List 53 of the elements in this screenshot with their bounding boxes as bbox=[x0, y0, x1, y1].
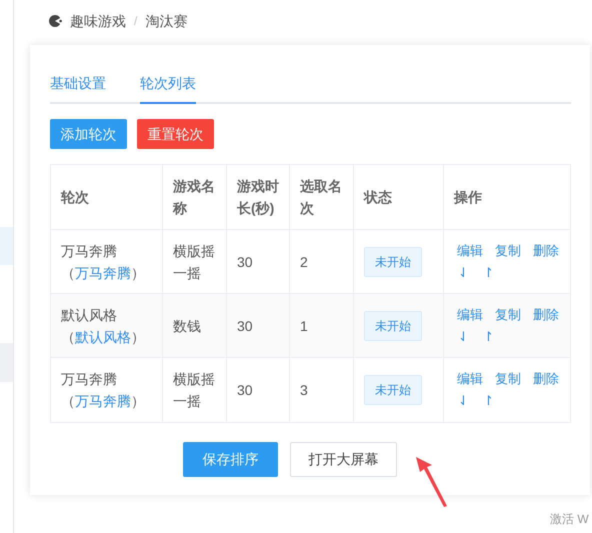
action-button[interactable]: 添加轮次 bbox=[50, 119, 127, 149]
column-header: 轮次 bbox=[51, 165, 163, 229]
table-cell: 1 bbox=[290, 294, 354, 357]
table-cell: 万马奔腾 （万马奔腾） bbox=[51, 230, 163, 293]
action-link[interactable]: 删除 bbox=[533, 304, 559, 326]
tab[interactable]: 轮次列表 bbox=[140, 73, 196, 104]
status-tag: 未开始 bbox=[364, 375, 422, 405]
reset-button[interactable]: 重置轮次 bbox=[137, 119, 214, 149]
table-cell: 3 bbox=[290, 358, 354, 422]
action-link[interactable]: 复制 bbox=[495, 240, 521, 262]
table-cell: 数钱 bbox=[163, 294, 227, 357]
activation-notice: 激活 W bbox=[550, 511, 589, 528]
move-down-link[interactable]: ⇃ bbox=[457, 390, 470, 412]
action-link[interactable]: 编辑 bbox=[457, 240, 483, 262]
table-cell: 30 bbox=[227, 230, 290, 293]
action-link[interactable]: 复制 bbox=[495, 304, 521, 326]
move-up-link[interactable]: ↾ bbox=[482, 326, 495, 348]
column-header: 状态 bbox=[354, 165, 444, 229]
sidebar-item[interactable] bbox=[0, 227, 13, 265]
action-button[interactable]: 保存排序 bbox=[183, 442, 278, 477]
column-header: 游戏时长(秒) bbox=[227, 165, 290, 229]
table-cell: 30 bbox=[227, 358, 290, 422]
move-down-link[interactable]: ⇃ bbox=[457, 262, 470, 284]
table-cell: 万马奔腾 （万马奔腾） bbox=[51, 358, 163, 422]
style-link[interactable]: 万马奔腾 bbox=[75, 264, 131, 280]
breadcrumb-separator: / bbox=[134, 13, 138, 30]
table-cell: 横版摇一摇 bbox=[163, 358, 227, 422]
breadcrumb-item: 淘汰赛 bbox=[145, 12, 188, 30]
breadcrumb-item[interactable]: 趣味游戏 bbox=[70, 10, 126, 32]
game-icon bbox=[48, 14, 62, 28]
move-up-link[interactable]: ↾ bbox=[482, 262, 495, 284]
table-cell: 横版摇一摇 bbox=[163, 230, 227, 293]
action-link[interactable]: 复制 bbox=[495, 368, 521, 390]
action-button[interactable]: 打开大屏幕 bbox=[290, 442, 397, 477]
column-header: 游戏名称 bbox=[163, 165, 227, 229]
annotation-arrow bbox=[414, 455, 450, 509]
style-link[interactable]: 默认风格 bbox=[75, 328, 131, 344]
style-link[interactable]: 万马奔腾 bbox=[75, 393, 131, 409]
column-header: 操作 bbox=[452, 188, 483, 207]
table-cell: 30 bbox=[227, 294, 290, 357]
column-header: 选取名次 bbox=[290, 165, 354, 229]
status-tag: 未开始 bbox=[364, 246, 422, 276]
action-link[interactable]: 删除 bbox=[533, 368, 559, 390]
action-link[interactable]: 编辑 bbox=[457, 304, 483, 326]
tab[interactable]: 基础设置 bbox=[50, 73, 106, 104]
table-cell: 默认风格 （默认风格） bbox=[51, 294, 163, 357]
move-up-link[interactable]: ↾ bbox=[482, 390, 495, 412]
action-link[interactable]: 删除 bbox=[533, 240, 559, 262]
action-link[interactable]: 编辑 bbox=[457, 368, 483, 390]
status-tag: 未开始 bbox=[364, 310, 422, 340]
move-down-link[interactable]: ⇃ bbox=[457, 326, 470, 348]
sidebar-item[interactable] bbox=[0, 343, 13, 382]
table-cell: 2 bbox=[290, 230, 354, 293]
